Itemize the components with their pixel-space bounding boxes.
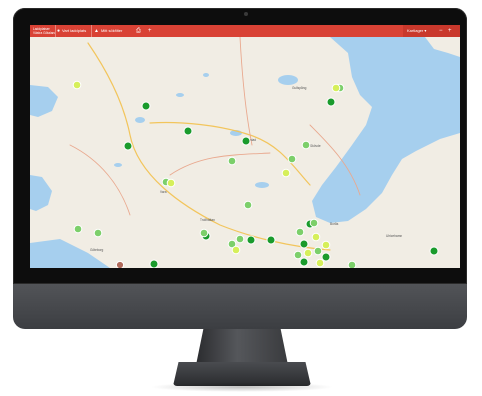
charger-marker[interactable] (321, 252, 331, 262)
monitor-chin (13, 284, 467, 329)
charger-marker[interactable] (243, 200, 253, 210)
lake-large (404, 58, 460, 135)
app-logo[interactable]: Laddplatser Västra Götaland (33, 25, 55, 39)
toolbar-divider (91, 25, 92, 37)
charger-marker[interactable] (299, 257, 309, 267)
my-chargers-label: Vart laddplats (62, 28, 87, 33)
print-button[interactable]: ⎙ (136, 25, 146, 37)
charger-marker[interactable] (166, 178, 176, 188)
zoom-in-button[interactable]: + (448, 25, 455, 37)
map-view[interactable]: Gullspång Mariestad Skövde Vara Trollhät… (30, 25, 460, 268)
charger-marker[interactable] (235, 234, 245, 244)
charger-marker[interactable] (313, 246, 323, 256)
place-label: Göteborg (90, 248, 104, 252)
place-label: Vara (160, 190, 167, 194)
charger-marker[interactable] (347, 260, 357, 268)
printer-icon: ⎙ (136, 28, 141, 34)
person-icon: ▲ (94, 28, 99, 34)
minus-icon: − (439, 28, 443, 34)
charger-marker[interactable] (429, 246, 439, 256)
layers-label: Kartlager ▾ (407, 28, 427, 33)
base-shadow (150, 382, 334, 392)
toolbar-divider (55, 25, 56, 37)
charger-marker[interactable] (199, 228, 209, 238)
charger-marker[interactable] (311, 232, 321, 242)
charger-marker[interactable] (231, 245, 241, 255)
lake-1 (278, 75, 298, 85)
lake-7 (114, 163, 122, 167)
app-toolbar: Laddplatser Västra Götaland ● Vart laddpl… (30, 25, 460, 37)
monitor-stand (196, 329, 288, 365)
plus-icon: + (448, 28, 452, 34)
place-label: Gullspång (292, 86, 307, 90)
place-label: Trollhättan (200, 218, 215, 222)
charger-marker[interactable] (149, 259, 159, 268)
charger-marker[interactable] (303, 248, 313, 258)
charger-marker[interactable] (93, 228, 103, 238)
charger-marker[interactable] (321, 240, 331, 250)
lake-6 (203, 73, 209, 77)
lake-4 (135, 117, 145, 123)
my-chargers-button[interactable]: ● Vart laddplats (57, 25, 89, 37)
webcam-dot (244, 12, 248, 16)
charger-marker[interactable] (315, 258, 325, 268)
add-button[interactable]: + (148, 25, 156, 37)
app-logo-line2: Västra Götaland (33, 31, 55, 35)
charger-marker[interactable] (141, 101, 151, 111)
charger-marker[interactable] (115, 260, 125, 268)
charger-marker[interactable] (183, 126, 193, 136)
charger-marker[interactable] (326, 97, 336, 107)
charger-marker[interactable] (73, 224, 83, 234)
charger-marker[interactable] (331, 83, 341, 93)
plus-icon: + (148, 28, 152, 34)
layers-dropdown[interactable]: Kartlager ▾ (407, 25, 435, 37)
lake-3 (176, 93, 184, 97)
charger-marker[interactable] (123, 141, 133, 151)
charger-marker[interactable] (72, 80, 82, 90)
screen: Gullspång Mariestad Skövde Vara Trollhät… (30, 25, 460, 268)
charger-marker[interactable] (246, 235, 256, 245)
charger-marker[interactable] (301, 140, 311, 150)
charger-marker[interactable] (281, 168, 291, 178)
place-label: Skövde (310, 144, 321, 148)
charger-marker[interactable] (309, 218, 319, 228)
map-pin-icon: ● (57, 28, 61, 34)
charger-marker[interactable] (241, 136, 251, 146)
search-filter-label: Mitt sökfilter (100, 28, 123, 33)
zoom-out-button[interactable]: − (439, 25, 445, 37)
charger-marker[interactable] (299, 239, 309, 249)
land-east-shore (425, 37, 460, 57)
charger-marker[interactable] (295, 227, 305, 237)
product-mockup: Gullspång Mariestad Skövde Vara Trollhät… (0, 0, 482, 396)
charger-marker[interactable] (227, 156, 237, 166)
place-label: Ulricehamn (386, 234, 402, 238)
search-filter-button[interactable]: ▲ Mitt sökfilter (94, 25, 132, 37)
charger-marker[interactable] (287, 154, 297, 164)
place-label: Borås (330, 222, 339, 226)
lake-5 (255, 182, 269, 188)
charger-marker[interactable] (293, 250, 303, 260)
map-controls: Kartlager ▾ − + (403, 25, 460, 37)
charger-marker[interactable] (266, 235, 276, 245)
